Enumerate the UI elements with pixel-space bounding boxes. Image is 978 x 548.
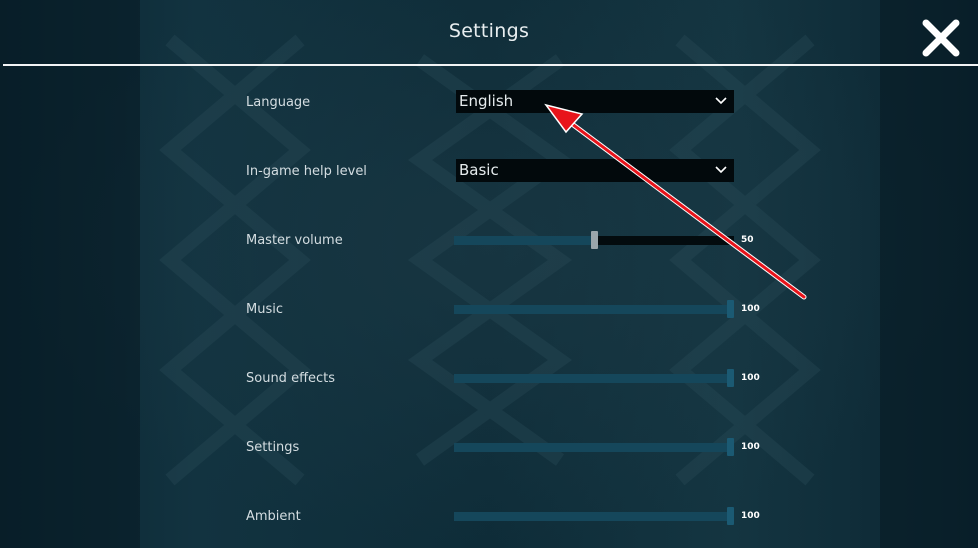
music-value: 100 bbox=[741, 304, 760, 314]
master-volume-slider[interactable] bbox=[454, 231, 734, 249]
help-level-dropdown[interactable]: Basic bbox=[456, 159, 734, 182]
background-pattern bbox=[0, 0, 978, 548]
close-x-icon[interactable] bbox=[920, 18, 962, 58]
slider-fill bbox=[454, 512, 731, 521]
header-divider bbox=[3, 64, 978, 66]
settings-volume-label: Settings bbox=[246, 440, 300, 455]
master-volume-value: 50 bbox=[741, 235, 754, 245]
ambient-value: 100 bbox=[741, 511, 760, 521]
help-level-label: In-game help level bbox=[246, 164, 367, 179]
slider-fill bbox=[454, 374, 731, 383]
slider-fill bbox=[454, 236, 595, 245]
close-button[interactable] bbox=[920, 18, 962, 58]
music-slider[interactable] bbox=[454, 300, 734, 318]
music-label: Music bbox=[246, 302, 283, 317]
slider-handle[interactable] bbox=[727, 300, 734, 318]
settings-volume-value: 100 bbox=[741, 442, 760, 452]
language-dropdown[interactable]: English bbox=[456, 90, 734, 113]
slider-fill bbox=[454, 443, 731, 452]
slider-handle[interactable] bbox=[591, 231, 598, 249]
slider-handle[interactable] bbox=[727, 438, 734, 456]
settings-volume-slider[interactable] bbox=[454, 438, 734, 456]
sound-effects-slider[interactable] bbox=[454, 369, 734, 387]
settings-header: Settings bbox=[0, 0, 978, 64]
chevron-down-icon bbox=[715, 166, 727, 174]
help-level-value: Basic bbox=[459, 161, 499, 179]
sound-effects-value: 100 bbox=[741, 373, 760, 383]
chevron-down-icon bbox=[715, 97, 727, 105]
slider-handle[interactable] bbox=[727, 507, 734, 525]
slider-handle[interactable] bbox=[727, 369, 734, 387]
ambient-label: Ambient bbox=[246, 509, 301, 524]
slider-fill bbox=[454, 305, 731, 314]
language-label: Language bbox=[246, 95, 311, 110]
master-volume-label: Master volume bbox=[246, 233, 343, 248]
page-title: Settings bbox=[448, 20, 530, 42]
language-value: English bbox=[459, 92, 514, 110]
sound-effects-label: Sound effects bbox=[246, 371, 336, 386]
ambient-slider[interactable] bbox=[454, 507, 734, 525]
